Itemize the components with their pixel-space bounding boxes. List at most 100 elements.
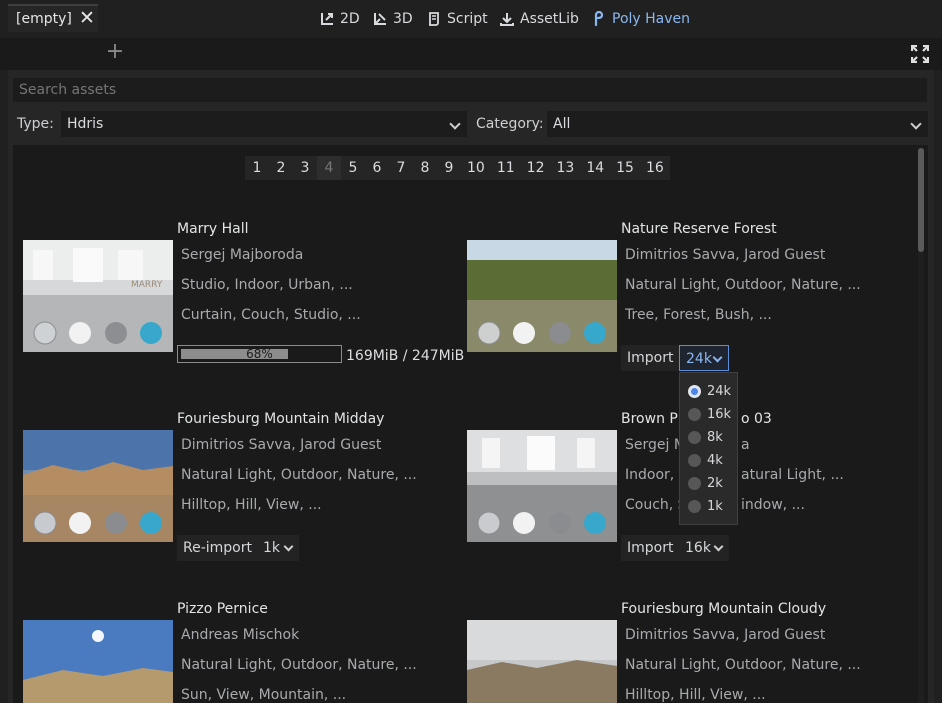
asset-thumbnail[interactable] bbox=[23, 620, 173, 703]
resolution-select[interactable]: 24k bbox=[679, 345, 729, 371]
3d-workspace-button[interactable]: 3D bbox=[372, 9, 413, 29]
resolution-option[interactable]: 16k bbox=[688, 404, 731, 424]
page-button[interactable]: 12 bbox=[520, 156, 551, 180]
chevron-down-icon bbox=[910, 118, 922, 130]
radio-icon bbox=[688, 476, 701, 490]
resolution-option-label: 24k bbox=[707, 383, 732, 399]
resolution-option[interactable]: 1k bbox=[688, 496, 723, 516]
chevron-down-icon bbox=[712, 352, 723, 363]
resolution-option-label: 16k bbox=[707, 406, 732, 422]
asset-tags: Hilltop, Hill, View, ... bbox=[625, 687, 766, 703]
asset-title[interactable]: Fouriesburg Mountain Cloudy bbox=[621, 601, 826, 617]
type-select[interactable]: Hdris bbox=[61, 111, 467, 137]
page-button[interactable]: 2 bbox=[269, 156, 293, 180]
asset-categories: Indoor, bbox=[625, 467, 675, 483]
page-button[interactable]: 6 bbox=[365, 156, 389, 180]
2d-label: 2D bbox=[340, 11, 360, 27]
script-label: Script bbox=[447, 11, 488, 27]
resolution-value: 1k bbox=[263, 540, 281, 556]
page-button[interactable]: 5 bbox=[341, 156, 365, 180]
category-select[interactable]: All bbox=[547, 111, 928, 137]
page-button[interactable]: 9 bbox=[437, 156, 461, 180]
asset-title[interactable]: Brown Ph bbox=[621, 411, 687, 427]
page-button[interactable]: 10 bbox=[461, 156, 491, 180]
chevron-down-icon bbox=[283, 541, 294, 552]
asset-title[interactable]: Fouriesburg Mountain Midday bbox=[177, 411, 384, 427]
resolution-option-label: 2k bbox=[707, 475, 723, 491]
close-icon[interactable]: ✕ bbox=[78, 9, 96, 28]
import-button[interactable]: Import bbox=[621, 535, 680, 561]
page-button[interactable]: 8 bbox=[413, 156, 437, 180]
asset-title-tail[interactable]: o 03 bbox=[741, 411, 772, 427]
asset-authors-tail: a bbox=[741, 437, 750, 453]
polyhaven-workspace-button[interactable]: Poly Haven bbox=[591, 9, 690, 29]
page-button[interactable]: 16 bbox=[639, 156, 670, 180]
fullscreen-icon[interactable] bbox=[911, 45, 929, 63]
asset-thumbnail[interactable] bbox=[467, 620, 617, 703]
import-button[interactable]: Import bbox=[621, 345, 680, 371]
asset-categories: Natural Light, Outdoor, Nature, ... bbox=[181, 657, 417, 673]
chevron-down-icon bbox=[713, 541, 724, 552]
resolution-option-label: 1k bbox=[707, 498, 723, 514]
asset-tags: Hilltop, Hill, View, ... bbox=[181, 497, 322, 513]
scene-tab[interactable]: [empty] ✕ bbox=[8, 4, 98, 32]
asset-categories: Natural Light, Outdoor, Nature, ... bbox=[181, 467, 417, 483]
download-icon bbox=[500, 13, 514, 26]
page-button[interactable]: 11 bbox=[490, 156, 521, 180]
download-progress-bar: 68% bbox=[177, 345, 342, 363]
resolution-dropdown-menu: 24k 16k 8k 4k 2k 1k bbox=[679, 372, 738, 525]
scene-tab-bar bbox=[0, 38, 942, 70]
2d-workspace-button[interactable]: 2D bbox=[319, 9, 360, 29]
assetlib-workspace-button[interactable]: AssetLib bbox=[499, 9, 579, 29]
page-button[interactable]: 1 bbox=[245, 156, 269, 180]
page-button[interactable]: 15 bbox=[610, 156, 640, 180]
resolution-select[interactable]: 16k bbox=[679, 535, 729, 561]
polyhaven-label: Poly Haven bbox=[612, 11, 691, 27]
chevron-down-icon bbox=[449, 118, 461, 130]
asset-categories: Natural Light, Outdoor, Nature, ... bbox=[625, 657, 861, 673]
search-input[interactable] bbox=[13, 78, 927, 102]
page-button[interactable]: 3 bbox=[293, 156, 317, 180]
asset-thumbnail[interactable] bbox=[467, 240, 617, 352]
resolution-option-label: 8k bbox=[707, 429, 723, 445]
resolution-option[interactable]: 8k bbox=[688, 427, 723, 447]
asset-tags: Curtain, Couch, Studio, ... bbox=[181, 307, 361, 323]
asset-thumbnail[interactable] bbox=[23, 430, 173, 542]
main-toolbar: 2D 3D Script AssetLib Poly Haven bbox=[0, 0, 942, 38]
category-select-value: All bbox=[553, 116, 571, 132]
asset-authors: Dimitrios Savva, Jarod Guest bbox=[625, 247, 826, 263]
resolution-value: 24k bbox=[686, 351, 712, 367]
progress-percent: 68% bbox=[246, 347, 273, 361]
radio-icon bbox=[688, 384, 701, 398]
resolution-option[interactable]: 4k bbox=[688, 450, 723, 470]
script-workspace-button[interactable]: Script bbox=[426, 9, 488, 29]
asset-thumbnail[interactable]: MARRY bbox=[23, 240, 173, 352]
pagination: 1 2 3 4 5 6 7 8 9 10 11 12 13 14 15 16 bbox=[245, 156, 670, 180]
asset-categories-tail: atural Light, ... bbox=[741, 467, 844, 483]
page-button[interactable]: 14 bbox=[580, 156, 611, 180]
scene-tab-label: [empty] bbox=[16, 11, 72, 27]
resolution-option[interactable]: 24k bbox=[688, 381, 731, 401]
asset-thumbnail[interactable] bbox=[467, 430, 617, 542]
page-button[interactable]: 7 bbox=[389, 156, 413, 180]
type-label: Type: bbox=[17, 116, 54, 132]
resolution-option[interactable]: 2k bbox=[688, 473, 723, 493]
asset-tags: Sun, View, Mountain, ... bbox=[181, 687, 347, 703]
asset-title[interactable]: Pizzo Pernice bbox=[177, 601, 268, 617]
asset-tags: Couch, S bbox=[625, 497, 687, 513]
polyhaven-icon bbox=[594, 11, 604, 27]
page-button[interactable]: 13 bbox=[550, 156, 581, 180]
asset-tags: Tree, Forest, Bush, ... bbox=[625, 307, 772, 323]
resolution-option-label: 4k bbox=[707, 452, 723, 468]
asset-title[interactable]: Marry Hall bbox=[177, 221, 249, 237]
2d-transform-icon bbox=[321, 13, 333, 25]
svg-text:MARRY: MARRY bbox=[131, 280, 163, 290]
asset-tags-tail: indow, ... bbox=[741, 497, 805, 513]
scrollbar-thumb[interactable] bbox=[918, 148, 924, 252]
progress-size-text: 169MiB / 247MiB bbox=[346, 348, 465, 364]
resolution-select[interactable]: 1k bbox=[257, 535, 299, 561]
asset-title[interactable]: Nature Reserve Forest bbox=[621, 221, 777, 237]
reimport-button[interactable]: Re-import bbox=[177, 535, 258, 561]
add-tab-icon[interactable]: + bbox=[105, 41, 125, 63]
page-button[interactable]: 4 bbox=[317, 156, 341, 180]
